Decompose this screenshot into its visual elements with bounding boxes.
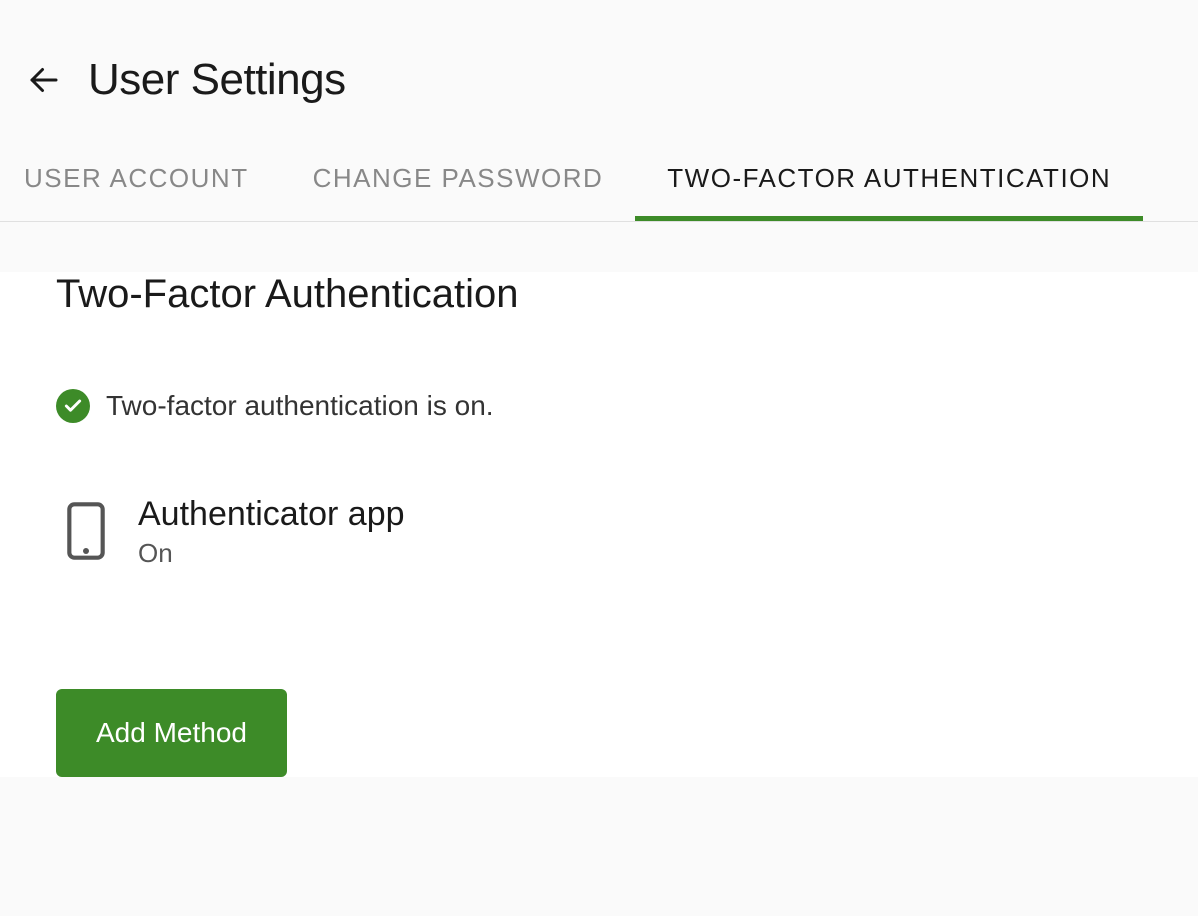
check-circle-icon [56, 389, 90, 423]
add-method-button[interactable]: Add Method [56, 689, 287, 777]
page-header: User Settings [0, 0, 1198, 145]
method-authenticator-app[interactable]: Authenticator app On [0, 495, 1198, 569]
section-heading: Two-Factor Authentication [0, 272, 1198, 317]
phone-icon [66, 501, 106, 561]
back-arrow-icon[interactable] [24, 60, 64, 100]
tab-two-factor-authentication[interactable]: TWO-FACTOR AUTHENTICATION [635, 145, 1143, 221]
page-title: User Settings [88, 55, 346, 105]
method-info: Authenticator app On [138, 495, 405, 569]
content-area: Two-Factor Authentication Two-factor aut… [0, 272, 1198, 777]
tab-change-password[interactable]: CHANGE PASSWORD [281, 145, 636, 221]
two-factor-status-text: Two-factor authentication is on. [106, 390, 494, 422]
method-name: Authenticator app [138, 495, 405, 534]
tab-user-account[interactable]: USER ACCOUNT [24, 145, 281, 221]
method-status: On [138, 538, 405, 569]
settings-tabs: USER ACCOUNT CHANGE PASSWORD TWO-FACTOR … [0, 145, 1198, 222]
two-factor-status-row: Two-factor authentication is on. [0, 389, 1198, 423]
